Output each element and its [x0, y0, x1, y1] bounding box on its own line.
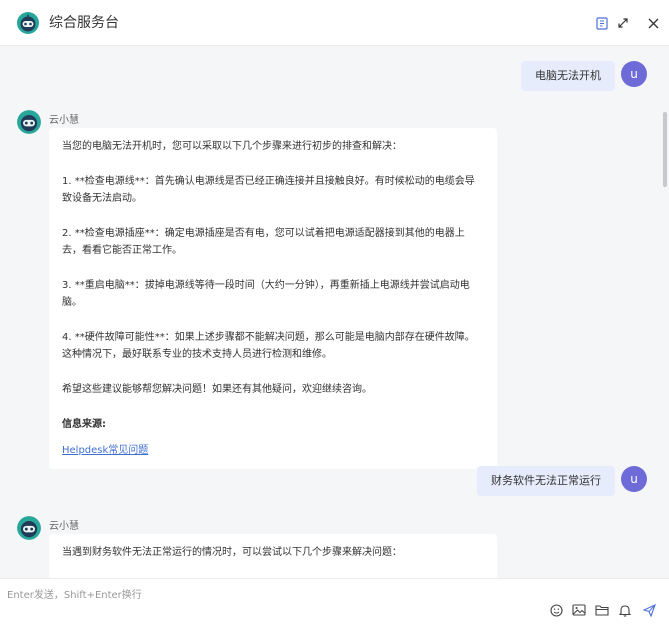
- send-icon[interactable]: [641, 602, 657, 618]
- folder-icon[interactable]: [594, 602, 610, 618]
- bot-message-bubble: 当遇到财务软件无法正常运行的情况时，可以尝试以下几个步骤来解决问题：: [49, 534, 497, 578]
- header-bar: 综合服务台: [0, 0, 669, 46]
- app-title: 综合服务台: [49, 15, 119, 31]
- bookmark-icon[interactable]: [594, 15, 610, 31]
- bot-avatar-icon: [17, 516, 41, 540]
- source-link[interactable]: Helpdesk常见问题: [62, 445, 148, 456]
- message-paragraph: 希望这些建议能够帮您解决问题！如果还有其他疑问，欢迎继续咨询。: [62, 384, 372, 395]
- bot-name: 云小慧: [49, 521, 79, 532]
- chat-area[interactable]: 电脑无法开机 u 云小慧 当您的电脑无法开机时，您可以采取以下几个步骤来进行初步…: [0, 46, 669, 578]
- user-message-bubble: 电脑无法开机: [521, 61, 615, 91]
- message-paragraph: 当您的电脑无法开机时，您可以采取以下几个步骤来进行初步的排查和解决：: [62, 141, 402, 152]
- bell-icon[interactable]: [617, 602, 633, 618]
- robot-logo-icon: [17, 12, 39, 34]
- source-title: 信息来源:: [62, 419, 106, 430]
- expand-icon[interactable]: [615, 15, 631, 31]
- user-avatar: u: [621, 466, 647, 492]
- message-paragraph: 1. **检查电源线**：首先确认电源线是否已经正确连接并且接触良好。有时候松动…: [62, 176, 475, 204]
- message-paragraph: 当遇到财务软件无法正常运行的情况时，可以尝试以下几个步骤来解决问题：: [62, 547, 402, 558]
- user-message-bubble: 财务软件无法正常运行: [477, 466, 615, 496]
- message-paragraph: 2. **检查电源插座**：确定电源插座是否有电，您可以试着把电源适配器接到其他…: [62, 228, 465, 256]
- close-icon[interactable]: [645, 15, 661, 31]
- message-paragraph: 3. **重启电脑**：拔掉电源线等待一段时间（大约一分钟），再重新插上电源线并…: [62, 280, 470, 308]
- image-icon[interactable]: [571, 602, 587, 618]
- message-input[interactable]: [7, 587, 647, 603]
- emoji-icon[interactable]: [548, 602, 564, 618]
- bot-name: 云小慧: [49, 115, 79, 126]
- bot-message-bubble: 当您的电脑无法开机时，您可以采取以下几个步骤来进行初步的排查和解决： 1. **…: [49, 128, 497, 469]
- message-paragraph: 4. **硬件故障可能性**：如果上述步骤都不能解决问题，那么可能是电脑内部存在…: [62, 332, 475, 360]
- chat-scrollbar[interactable]: [663, 112, 667, 187]
- bot-avatar-icon: [17, 110, 41, 134]
- user-avatar: u: [621, 61, 647, 87]
- composer: [0, 578, 669, 625]
